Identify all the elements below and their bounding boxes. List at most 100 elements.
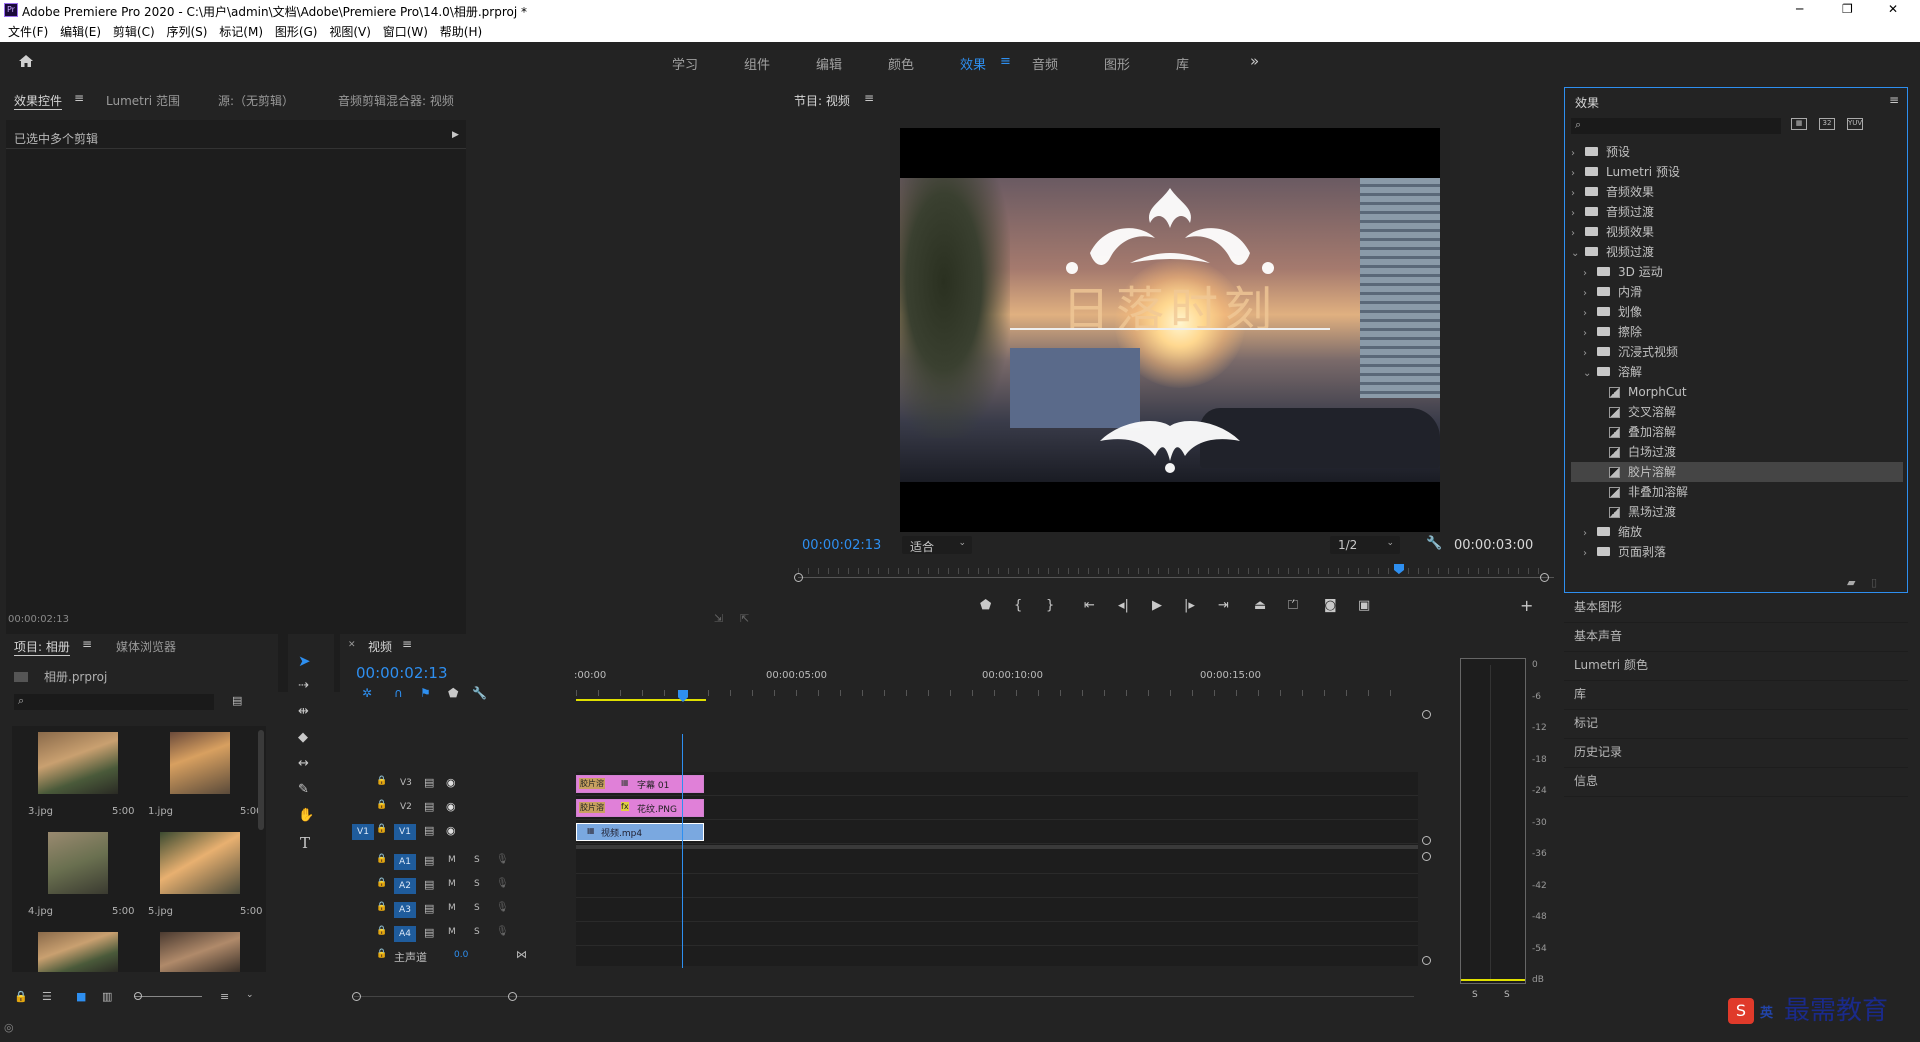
chevron-right-icon[interactable]: ›	[1583, 284, 1597, 304]
tab-audio-clip-mixer[interactable]: 音频剪辑混合器: 视频	[338, 92, 454, 109]
minimize-button[interactable]: ─	[1796, 2, 1803, 16]
effects-tree-item[interactable]: › 视频效果	[1571, 222, 1903, 242]
slip-tool-icon[interactable]: ↔	[298, 756, 309, 771]
sync-lock-icon[interactable]: ▤	[424, 800, 434, 813]
side-panel-tab[interactable]: 库	[1564, 681, 1908, 710]
add-marker-icon[interactable]: ⬟	[448, 686, 458, 700]
resolution-dropdown[interactable]: 1/2 ⌄	[1330, 536, 1400, 554]
sync-lock-icon[interactable]: ▤	[424, 926, 434, 939]
workspace-learn[interactable]: 学习	[672, 54, 698, 73]
track-label[interactable]: A2	[394, 878, 416, 894]
thumbnail[interactable]	[160, 932, 240, 972]
workspace-editing[interactable]: 编辑	[816, 54, 842, 73]
mic-icon[interactable]: 🎙	[496, 854, 509, 865]
nest-icon[interactable]: ✲	[362, 686, 372, 700]
chevron-right-icon[interactable]: ›	[1571, 184, 1585, 204]
mute-button[interactable]: M	[448, 927, 456, 937]
timeline-clip-v1[interactable]: ▦ 视频.mp4	[576, 823, 704, 841]
project-scrollbar[interactable]	[258, 730, 264, 830]
solo-right-button[interactable]: S	[1504, 990, 1510, 1000]
effects-tree-item[interactable]: › 缩放	[1571, 522, 1903, 542]
side-panel-tab[interactable]: 基本声音	[1564, 623, 1908, 652]
workspace-graphics[interactable]: 图形	[1104, 54, 1130, 73]
time-ruler[interactable]: :00:00 00:00:05:00 00:00:10:00 00:00:15:…	[574, 670, 1402, 704]
type-tool-icon[interactable]: T	[300, 834, 310, 852]
camera-icon[interactable]: ◙	[1324, 598, 1337, 613]
menu-edit[interactable]: 编辑(E)	[60, 22, 101, 42]
mute-button[interactable]: M	[448, 903, 456, 913]
settings-wrench-icon[interactable]: 🔧	[472, 686, 487, 700]
zoom-handle-right[interactable]	[1540, 573, 1549, 582]
track-select-tool-icon[interactable]: ⇢	[298, 678, 309, 693]
track-label[interactable]: A3	[394, 902, 416, 918]
track-lock-icon[interactable]: 🔒	[376, 902, 387, 912]
sort-icon[interactable]: ≡	[220, 990, 229, 1003]
tab-effect-controls[interactable]: 效果控件	[14, 92, 63, 110]
effects-tree-item[interactable]: › 音频效果	[1571, 182, 1903, 202]
track-label[interactable]: A4	[394, 926, 416, 942]
chevron-right-icon[interactable]: ›	[1583, 524, 1597, 544]
track-lock-icon[interactable]: 🔒	[376, 878, 387, 888]
mark-out-icon[interactable]: }	[1046, 598, 1054, 613]
zoom-handle-right[interactable]	[508, 992, 517, 1001]
track-lock-icon[interactable]: 🔒	[376, 776, 387, 786]
panel-menu-icon[interactable]: ≡	[864, 91, 874, 105]
video-frame[interactable]: 日落时刻	[900, 128, 1440, 532]
track-label[interactable]: V3	[400, 778, 412, 788]
close-button[interactable]: ✕	[1888, 2, 1898, 16]
fit-dropdown[interactable]: 适合 ⌄	[902, 536, 972, 554]
zoom-slider-handle[interactable]	[134, 992, 142, 1000]
mute-button[interactable]: M	[448, 855, 456, 865]
track-label[interactable]: A1	[394, 854, 416, 870]
panel-menu-icon[interactable]: ≡	[1889, 93, 1899, 107]
chevron-right-icon[interactable]: ›	[1571, 224, 1585, 244]
eye-icon[interactable]: ◉	[446, 824, 456, 837]
extract-icon[interactable]: ⏍	[1288, 598, 1298, 613]
eye-icon[interactable]: ◉	[446, 776, 456, 789]
chevron-right-icon[interactable]: ›	[1583, 304, 1597, 324]
selection-tool-icon[interactable]: ➤	[298, 652, 311, 670]
step-back-icon[interactable]: ◂|	[1118, 598, 1129, 613]
linked-selection-icon[interactable]: ⚑	[420, 686, 431, 700]
track-area[interactable]: 胶片溶 ▦ 字幕 01 胶片溶 fx 花纹.PNG ▦ 视频.mp4	[576, 734, 1418, 968]
zoom-slider[interactable]	[134, 996, 202, 997]
mute-button[interactable]: M	[448, 879, 456, 889]
timeline-clip-v2[interactable]: 胶片溶 fx 花纹.PNG	[576, 799, 704, 817]
chevron-right-icon[interactable]: ›	[1583, 344, 1597, 364]
go-to-end-icon[interactable]: ⋈	[516, 948, 527, 961]
effects-tree-item[interactable]: › 擦除	[1571, 322, 1903, 342]
effects-tree-item[interactable]: MorphCut	[1571, 382, 1903, 402]
menu-view[interactable]: 视图(V)	[329, 22, 371, 42]
more-workspaces-icon[interactable]: »	[1250, 52, 1259, 70]
menu-sequence[interactable]: 序列(S)	[166, 22, 207, 42]
effects-tree-item[interactable]: 白场过渡	[1571, 442, 1903, 462]
maximize-button[interactable]: ❐	[1842, 2, 1853, 16]
effects-tree-item[interactable]: › 3D 运动	[1571, 262, 1903, 282]
zoom-handle-left[interactable]	[794, 573, 803, 582]
play-icon[interactable]: ▶	[1152, 598, 1162, 613]
workspace-color[interactable]: 颜色	[888, 54, 914, 73]
track-label[interactable]: V1	[394, 824, 416, 840]
side-panel-tab[interactable]: 标记	[1564, 710, 1908, 739]
panel-menu-icon[interactable]: ≡	[74, 91, 84, 105]
effects-tree-item[interactable]: ⌄ 视频过渡	[1571, 242, 1903, 262]
menu-window[interactable]: 窗口(W)	[383, 22, 428, 42]
effects-tree-item[interactable]: › 预设	[1571, 142, 1903, 162]
side-panel-tab[interactable]: 历史记录	[1564, 739, 1908, 768]
add-button-icon[interactable]: +	[1520, 596, 1533, 615]
menu-marker[interactable]: 标记(M)	[219, 22, 263, 42]
solo-button[interactable]: S	[474, 855, 480, 865]
thumbnail[interactable]	[38, 932, 118, 972]
go-to-out-icon[interactable]: ⇥	[1218, 598, 1229, 613]
effects-tree-item[interactable]: 叠加溶解	[1571, 422, 1903, 442]
sync-lock-icon[interactable]: ▤	[424, 902, 434, 915]
project-search-input[interactable]: ⌕	[14, 694, 214, 710]
workspace-effects[interactable]: 效果	[960, 54, 986, 73]
timeline-tab[interactable]: 视频	[368, 638, 392, 655]
chevron-down-icon[interactable]: ⌄	[246, 990, 254, 1000]
project-item[interactable]: 1.jpg 5:00	[140, 726, 262, 822]
delete-icon[interactable]: ▯	[1871, 576, 1877, 589]
tab-lumetri-scopes[interactable]: Lumetri 范围	[106, 92, 180, 109]
effects-search-input[interactable]: ⌕	[1571, 118, 1781, 134]
project-item[interactable]: 3.jpg 5:00	[18, 726, 138, 822]
